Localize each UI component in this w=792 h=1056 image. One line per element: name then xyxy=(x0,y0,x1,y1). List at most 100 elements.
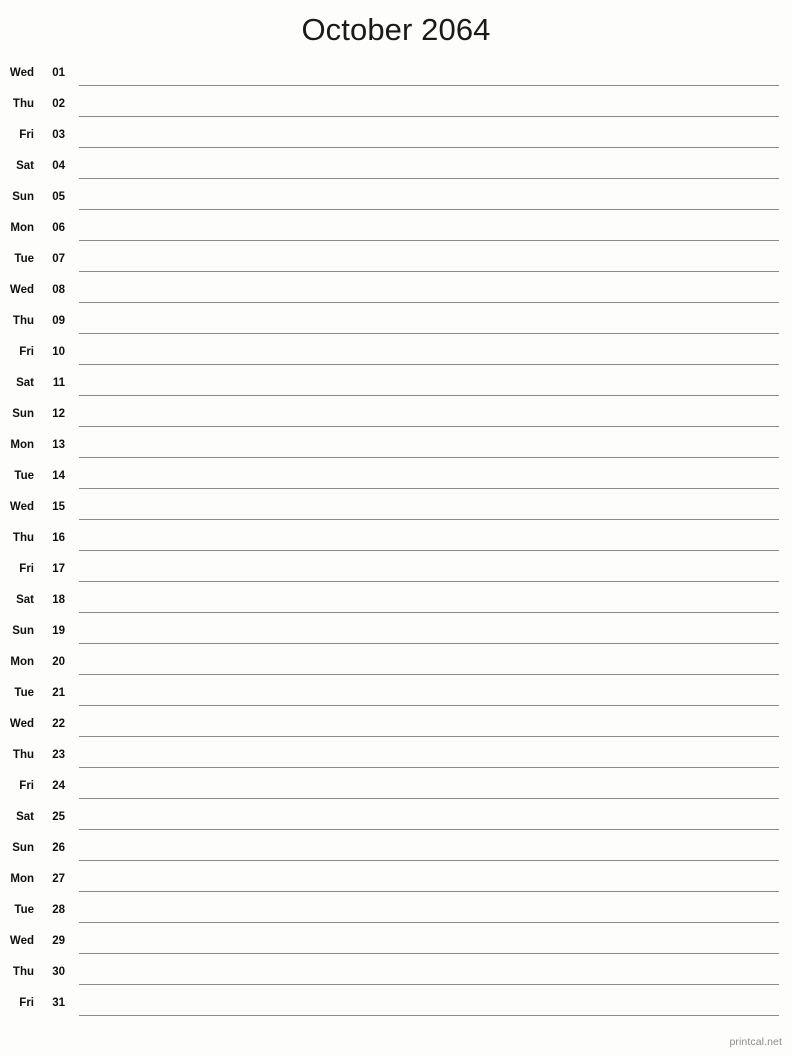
day-writing-area[interactable] xyxy=(79,680,779,711)
day-row[interactable]: Tue 28 xyxy=(0,897,792,928)
day-writing-area[interactable] xyxy=(79,959,779,990)
day-weekday-label: Thu xyxy=(12,749,34,761)
day-weekday-label: Wed xyxy=(9,501,34,513)
day-row[interactable]: Sat 04 xyxy=(0,153,792,184)
day-writing-area[interactable] xyxy=(79,401,779,432)
day-row[interactable]: Wed 08 xyxy=(0,277,792,308)
day-writing-area[interactable] xyxy=(79,928,779,959)
day-row[interactable]: Fri 10 xyxy=(0,339,792,370)
day-weekday-label: Tue xyxy=(14,253,34,265)
day-writing-area[interactable] xyxy=(79,773,779,804)
day-weekday-label: Wed xyxy=(9,935,34,947)
day-row[interactable]: Mon 20 xyxy=(0,649,792,680)
day-row[interactable]: Mon 06 xyxy=(0,215,792,246)
day-number-label: 15 xyxy=(52,501,65,513)
day-rule-line xyxy=(79,767,779,768)
day-writing-area[interactable] xyxy=(79,184,779,215)
day-row[interactable]: Sun 19 xyxy=(0,618,792,649)
day-row[interactable]: Tue 07 xyxy=(0,246,792,277)
day-row[interactable]: Mon 27 xyxy=(0,866,792,897)
day-row[interactable]: Wed 01 xyxy=(0,60,792,91)
day-row[interactable]: Sat 18 xyxy=(0,587,792,618)
day-rule-line xyxy=(79,829,779,830)
day-writing-area[interactable] xyxy=(79,370,779,401)
day-weekday-label: Fri xyxy=(19,780,34,792)
day-weekday-label: Fri xyxy=(19,563,34,575)
day-writing-area[interactable] xyxy=(79,91,779,122)
day-writing-area[interactable] xyxy=(79,277,779,308)
day-writing-area[interactable] xyxy=(79,866,779,897)
day-writing-area[interactable] xyxy=(79,711,779,742)
day-writing-area[interactable] xyxy=(79,587,779,618)
day-row[interactable]: Wed 29 xyxy=(0,928,792,959)
day-writing-area[interactable] xyxy=(79,122,779,153)
page-title: October 2064 xyxy=(301,12,491,47)
day-number-label: 14 xyxy=(52,470,65,482)
day-writing-area[interactable] xyxy=(79,339,779,370)
day-row[interactable]: Sat 11 xyxy=(0,370,792,401)
day-weekday-label: Mon xyxy=(10,439,34,451)
day-weekday-label: Mon xyxy=(10,656,34,668)
day-rule-line xyxy=(79,860,779,861)
day-writing-area[interactable] xyxy=(79,246,779,277)
day-weekday-label: Sun xyxy=(12,842,34,854)
day-writing-area[interactable] xyxy=(79,835,779,866)
day-row[interactable]: Tue 21 xyxy=(0,680,792,711)
day-row[interactable]: Fri 24 xyxy=(0,773,792,804)
day-writing-area[interactable] xyxy=(79,432,779,463)
day-writing-area[interactable] xyxy=(79,649,779,680)
day-writing-area[interactable] xyxy=(79,556,779,587)
day-writing-area[interactable] xyxy=(79,804,779,835)
day-row[interactable]: Sun 26 xyxy=(0,835,792,866)
day-row[interactable]: Fri 03 xyxy=(0,122,792,153)
day-weekday-label: Fri xyxy=(19,129,34,141)
day-rule-line xyxy=(79,333,779,334)
day-row[interactable]: Wed 22 xyxy=(0,711,792,742)
day-row[interactable]: Thu 02 xyxy=(0,91,792,122)
day-number-label: 31 xyxy=(52,997,65,1009)
day-row[interactable]: Sun 05 xyxy=(0,184,792,215)
day-weekday-label: Tue xyxy=(14,904,34,916)
day-writing-area[interactable] xyxy=(79,308,779,339)
day-row[interactable]: Thu 09 xyxy=(0,308,792,339)
day-writing-area[interactable] xyxy=(79,897,779,928)
day-row[interactable]: Tue 14 xyxy=(0,463,792,494)
day-row[interactable]: Sat 25 xyxy=(0,804,792,835)
day-number-label: 11 xyxy=(52,377,65,389)
day-weekday-label: Sun xyxy=(12,191,34,203)
day-writing-area[interactable] xyxy=(79,525,779,556)
day-writing-area[interactable] xyxy=(79,618,779,649)
day-weekday-label: Sat xyxy=(16,594,34,606)
day-number-label: 18 xyxy=(52,594,65,606)
day-row[interactable]: Thu 16 xyxy=(0,525,792,556)
day-row[interactable]: Thu 23 xyxy=(0,742,792,773)
day-number-label: 28 xyxy=(52,904,65,916)
day-number-label: 13 xyxy=(52,439,65,451)
calendar-page: October 2064 Wed 01 Thu 02 Fri 03 Sat 04 Sun 05 Mo… xyxy=(0,0,792,1056)
day-writing-area[interactable] xyxy=(79,153,779,184)
day-row[interactable]: Sun 12 xyxy=(0,401,792,432)
day-rule-line xyxy=(79,116,779,117)
day-row[interactable]: Wed 15 xyxy=(0,494,792,525)
day-number-label: 26 xyxy=(52,842,65,854)
day-number-label: 16 xyxy=(52,532,65,544)
day-rule-line xyxy=(79,271,779,272)
day-row[interactable]: Fri 31 xyxy=(0,990,792,1021)
day-number-label: 22 xyxy=(52,718,65,730)
day-writing-area[interactable] xyxy=(79,463,779,494)
day-row[interactable]: Thu 30 xyxy=(0,959,792,990)
day-rule-line xyxy=(79,674,779,675)
day-rule-line xyxy=(79,519,779,520)
day-writing-area[interactable] xyxy=(79,60,779,91)
day-writing-area[interactable] xyxy=(79,494,779,525)
day-row[interactable]: Fri 17 xyxy=(0,556,792,587)
day-weekday-label: Sun xyxy=(12,625,34,637)
day-writing-area[interactable] xyxy=(79,742,779,773)
day-rule-line xyxy=(79,984,779,985)
day-row[interactable]: Mon 13 xyxy=(0,432,792,463)
day-number-label: 04 xyxy=(52,160,65,172)
day-number-label: 01 xyxy=(52,67,65,79)
day-writing-area[interactable] xyxy=(79,990,779,1021)
day-weekday-label: Sat xyxy=(16,377,34,389)
day-writing-area[interactable] xyxy=(79,215,779,246)
